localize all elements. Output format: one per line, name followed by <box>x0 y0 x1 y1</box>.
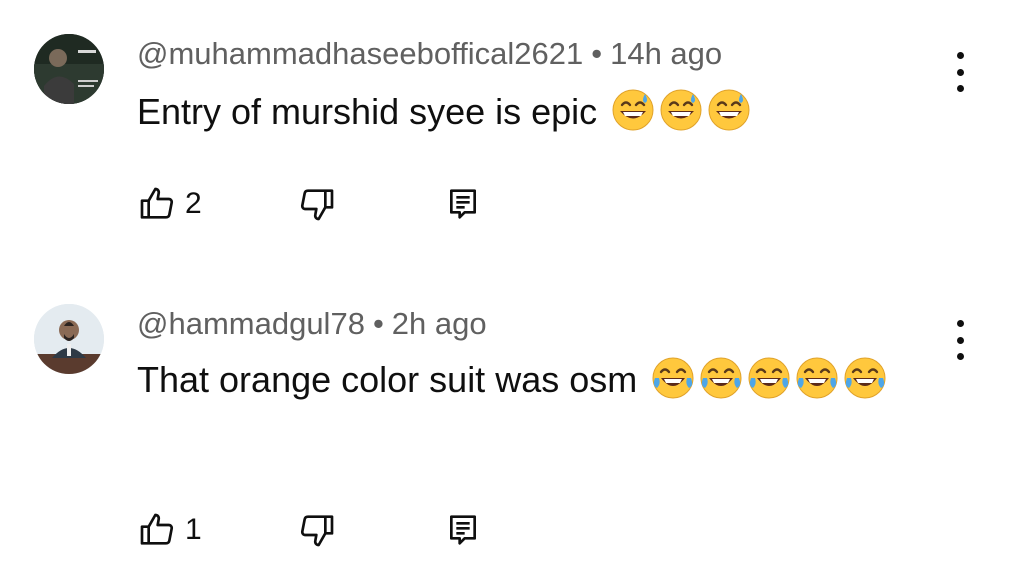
emoji-group <box>607 88 751 132</box>
dislike-button[interactable] <box>297 510 337 550</box>
more-options-icon[interactable] <box>948 52 972 92</box>
more-options-icon[interactable] <box>948 320 972 360</box>
reply-icon <box>450 189 476 219</box>
comment-username[interactable]: @hammadgul78 <box>137 306 365 341</box>
like-count: 2 <box>185 187 202 220</box>
grinning-sweat-emoji <box>707 88 751 132</box>
comment-username[interactable]: @muhammadhaseeboffical2621 <box>137 36 583 71</box>
thumbs-down-icon <box>300 189 334 221</box>
comment-meta: @hammadgul78 • 2h ago <box>137 306 487 342</box>
avatar[interactable] <box>34 304 104 374</box>
emoji-group <box>647 356 887 400</box>
dislike-button[interactable] <box>297 184 337 224</box>
tears-of-joy-emoji <box>699 356 743 400</box>
grinning-sweat-emoji <box>611 88 655 132</box>
thumbs-up-icon <box>140 513 174 545</box>
reply-button[interactable] <box>443 184 483 224</box>
comment-body: Entry of murshid syee is epic <box>137 91 598 132</box>
thumbs-down-icon <box>300 515 334 547</box>
comment-time[interactable]: 14h ago <box>610 36 722 71</box>
thumbs-up-icon <box>140 187 174 219</box>
comment-item: @hammadgul78 • 2h ago That orange color su… <box>0 270 1024 588</box>
comment-meta: @muhammadhaseeboffical2621 • 14h ago <box>137 36 722 72</box>
tears-of-joy-emoji <box>795 356 839 400</box>
grinning-sweat-emoji <box>659 88 703 132</box>
comment-body: That orange color suit was osm <box>137 359 638 400</box>
like-count: 1 <box>185 513 202 546</box>
comment-item: @muhammadhaseeboffical2621 • 14h ago Entry… <box>0 0 1024 270</box>
tears-of-joy-emoji <box>747 356 791 400</box>
comment-time[interactable]: 2h ago <box>392 306 487 341</box>
tears-of-joy-emoji <box>843 356 887 400</box>
avatar[interactable] <box>34 34 104 104</box>
like-button[interactable]: 2 <box>137 184 202 224</box>
like-button[interactable]: 1 <box>137 510 202 550</box>
separator-dot: • <box>372 306 384 341</box>
reply-icon <box>450 515 476 545</box>
comment-text: That orange color suit was osm <box>137 352 917 408</box>
reply-button[interactable] <box>443 510 483 550</box>
tears-of-joy-emoji <box>651 356 695 400</box>
separator-dot: • <box>591 36 603 71</box>
comment-text: Entry of murshid syee is epic <box>137 84 917 140</box>
